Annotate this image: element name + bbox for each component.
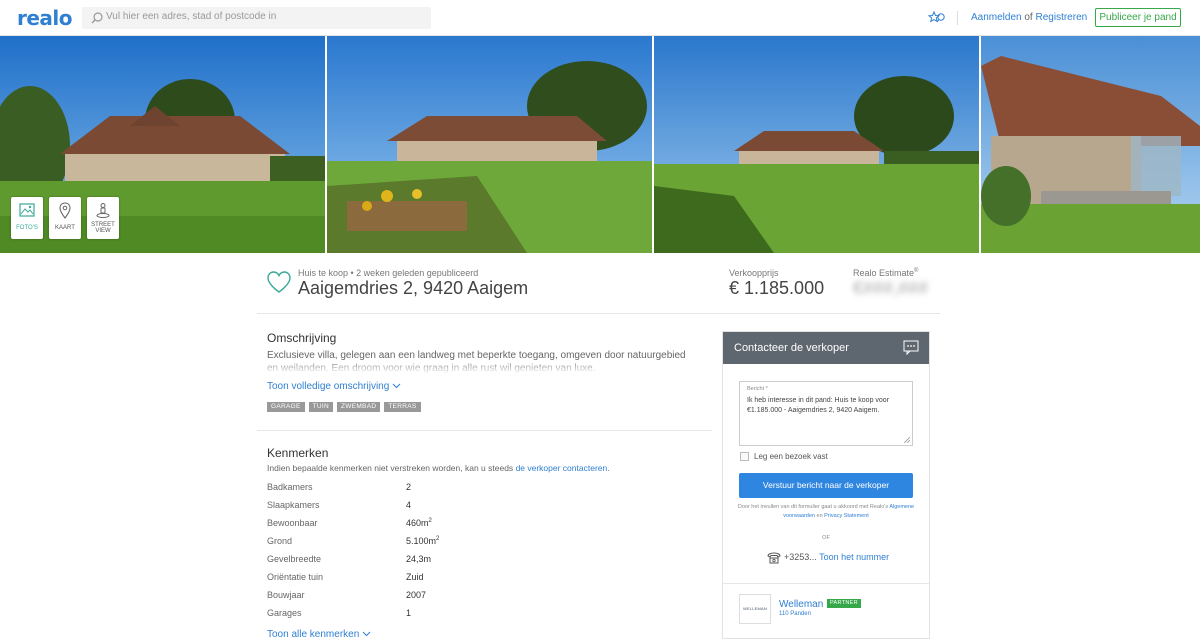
feature-row: Bouwjaar 2007	[267, 590, 427, 600]
gallery-photo-2[interactable]	[327, 36, 652, 253]
header-separator	[957, 11, 958, 25]
login-of-text: of	[1024, 12, 1033, 23]
image-icon	[19, 203, 35, 217]
estimate-label: Realo Estimate®	[853, 268, 919, 278]
feature-row: Oriëntatie tuin Zuid	[267, 572, 424, 582]
schedule-visit-label: Leg een bezoek vast	[754, 452, 828, 461]
gallery-photo-3[interactable]	[654, 36, 979, 253]
contact-header: Contacteer de verkoper	[723, 332, 929, 364]
search-input[interactable]: Vul hier een adres, stad of postcode in	[82, 7, 431, 29]
listing-subtitle: Huis te koop • 2 weken geleden gepublice…	[298, 268, 479, 278]
terms-text: Door het invullen van dit formulier gaat…	[737, 504, 915, 519]
favorite-heart-icon[interactable]	[266, 270, 292, 294]
chevron-down-icon	[362, 632, 371, 637]
show-full-description-link[interactable]: Toon volledige omschrijving	[267, 381, 401, 392]
login-register: Aanmelden of Registreren	[971, 12, 1087, 23]
features-heading: Kenmerken	[267, 446, 329, 460]
publish-button[interactable]: Publiceer je pand	[1095, 8, 1181, 27]
feature-row: Grond 5.100m2	[267, 536, 440, 546]
contact-seller-link[interactable]: de verkoper contacteren	[516, 463, 608, 473]
or-separator: OF	[822, 535, 830, 541]
feature-row: Badkamers 2	[267, 482, 412, 492]
feature-row: Garages 1	[267, 608, 412, 618]
agency-name-link[interactable]: Welleman	[779, 599, 823, 610]
top-bar: realo Vul hier een adres, stad of postco…	[0, 0, 1200, 36]
phone-icon	[767, 552, 781, 564]
saved-search-icon[interactable]	[928, 10, 946, 26]
privacy-link[interactable]: Privacy Statement	[824, 513, 869, 519]
feature-row: Bewoonbaar 460m2	[267, 518, 432, 528]
chevron-down-icon	[392, 384, 401, 389]
chat-icon	[903, 340, 919, 355]
contact-seller-panel: Contacteer de verkoper Bericht * Ik heb …	[722, 331, 930, 639]
divider	[257, 430, 712, 431]
show-number-link[interactable]: Toon het nummer	[819, 552, 889, 562]
map-pin-icon	[59, 202, 71, 219]
agency-logo[interactable]: WELLEMAN	[739, 594, 771, 624]
photos-button[interactable]: FOTO'S	[11, 197, 43, 239]
feature-row: Slaapkamers 4	[267, 500, 412, 510]
partner-badge: PARTNER	[827, 599, 861, 608]
gallery-photo-4[interactable]	[981, 36, 1200, 253]
realo-logo[interactable]: realo	[17, 6, 73, 30]
street-view-icon	[96, 203, 110, 218]
schedule-visit-checkbox[interactable]	[740, 452, 749, 461]
show-all-features-link[interactable]: Toon alle kenmerken	[267, 629, 371, 639]
photos-label: FOTO'S	[16, 225, 38, 231]
street-view-label: STREET VIEW	[91, 222, 115, 234]
tag-terras: TERRAS	[384, 402, 421, 412]
search-icon	[91, 12, 103, 24]
photo-gallery: FOTO'S KAART STREET VIEW	[0, 36, 1200, 253]
divider	[723, 583, 929, 584]
feature-row: Gevelbreedte 24,3m	[267, 554, 432, 564]
description-heading: Omschrijving	[267, 331, 337, 345]
tag-garage: GARAGE	[267, 402, 305, 412]
register-link[interactable]: Registreren	[1036, 12, 1088, 23]
agency-listing-count[interactable]: 110 Panden	[779, 611, 811, 617]
message-textarea[interactable]: Bericht * Ik heb interesse in dit pand: …	[739, 381, 913, 446]
phone-number: +3253... Toon het nummer	[784, 552, 890, 562]
message-text: Ik heb interesse in dit pand: Huis te ko…	[747, 397, 890, 414]
price-label: Verkoopprijs	[729, 268, 779, 278]
divider	[257, 313, 940, 314]
resize-handle-icon[interactable]	[904, 437, 910, 443]
description-fade	[267, 362, 697, 374]
tag-zwembad: ZWEMBAD	[337, 402, 381, 412]
search-placeholder: Vul hier een adres, stad of postcode in	[106, 11, 277, 22]
feature-tags: GARAGE TUIN ZWEMBAD TERRAS	[267, 402, 421, 412]
tag-tuin: TUIN	[308, 402, 333, 412]
estimate-value-blurred[interactable]: €###,###	[853, 278, 928, 299]
contact-title: Contacteer de verkoper	[734, 342, 849, 354]
street-view-button[interactable]: STREET VIEW	[87, 197, 119, 239]
registered-mark: ®	[914, 268, 919, 274]
features-note: Indien bepaalde kenmerken niet verstreke…	[267, 463, 610, 473]
login-link[interactable]: Aanmelden	[971, 12, 1022, 23]
message-label: Bericht *	[747, 386, 768, 392]
listing-address: Aaigemdries 2, 9420 Aaigem	[298, 278, 529, 298]
send-message-button[interactable]: Verstuur bericht naar de verkoper	[739, 473, 913, 498]
listing-price: € 1.185.000	[729, 278, 825, 298]
map-button[interactable]: KAART	[49, 197, 81, 239]
map-label: KAART	[55, 225, 75, 231]
